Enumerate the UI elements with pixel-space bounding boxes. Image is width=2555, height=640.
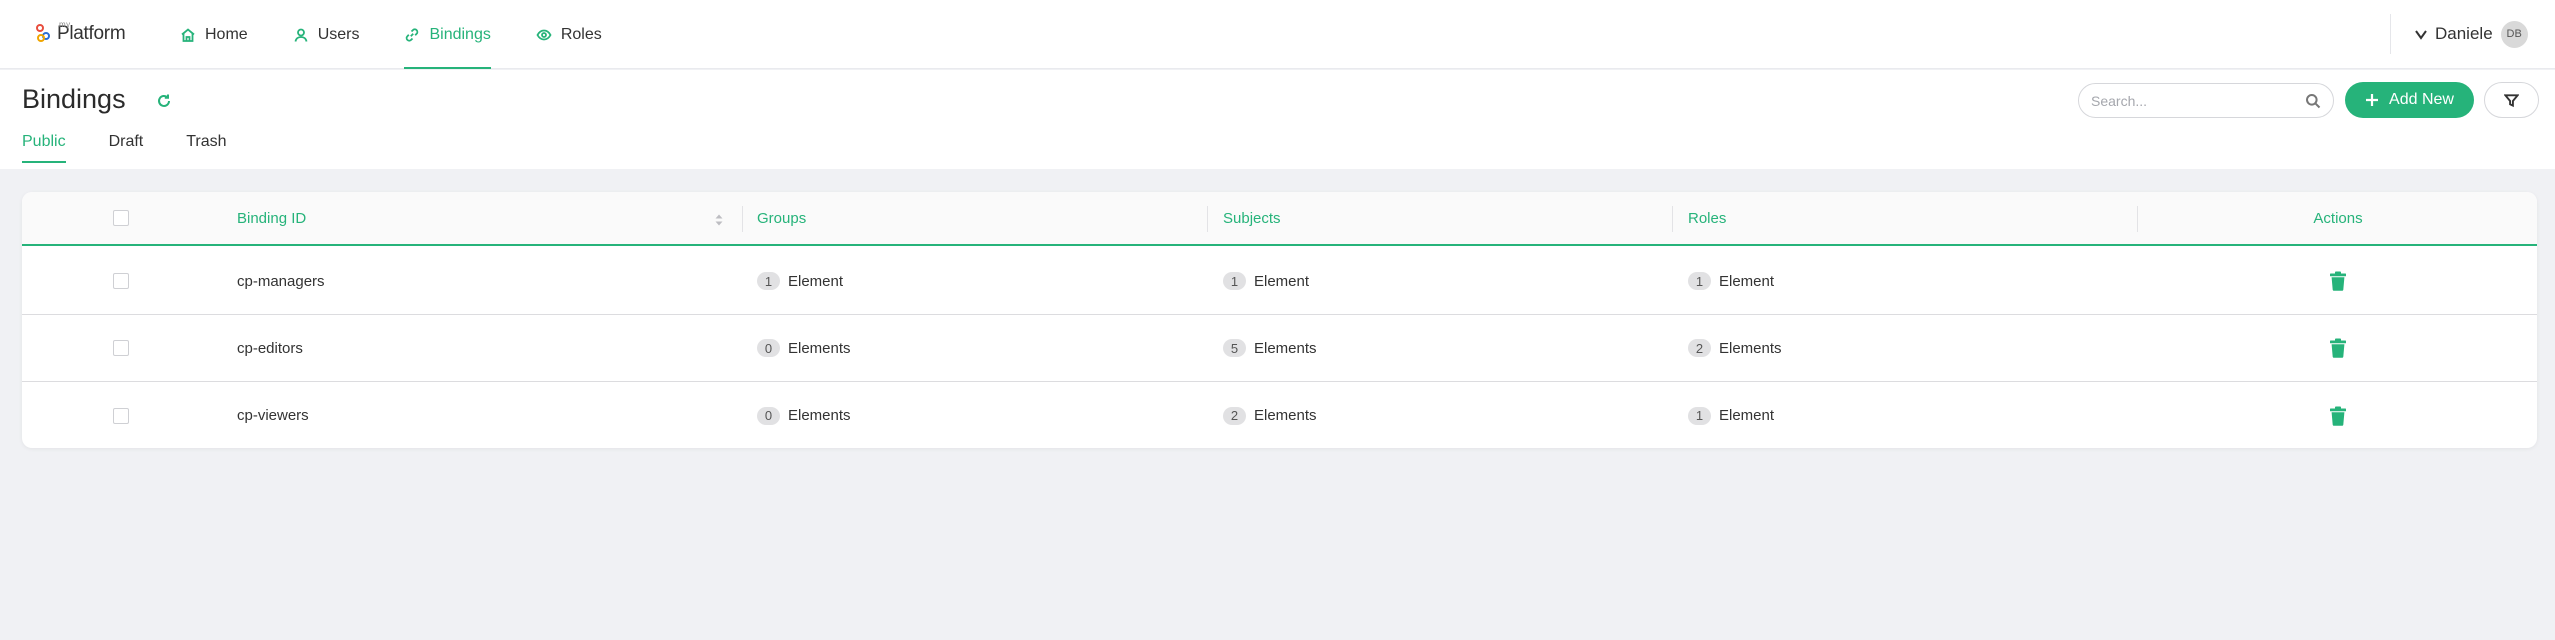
count-label: Elements (788, 407, 851, 424)
logo[interactable]: my Platform (36, 20, 126, 44)
header-actions: Actions (2313, 209, 2363, 227)
logo-small-text: my (59, 20, 71, 29)
trash-icon[interactable] (2329, 406, 2347, 426)
main-nav: Home Users Bindings Roles (180, 0, 647, 69)
nav-item-label: Roles (560, 25, 602, 43)
roles-cell: 1 Element (1688, 248, 1774, 314)
header-subjects: Subjects (1223, 209, 1281, 227)
count-label: Element (1719, 272, 1775, 290)
filter-button[interactable] (2484, 82, 2539, 118)
count-badge: 1 (1688, 272, 1711, 290)
status-tabs: Public Draft Trash (22, 133, 270, 163)
count-label: Elements (1719, 339, 1782, 357)
binding-id-cell[interactable]: cp-viewers (237, 382, 309, 448)
groups-cell: 1 Element (757, 248, 843, 314)
add-new-label: Add New (2389, 91, 2454, 108)
home-icon (181, 27, 195, 42)
header-groups: Groups (757, 209, 807, 227)
count-label: Elements (1254, 407, 1317, 424)
search-icon[interactable] (2305, 93, 2321, 109)
user-name: Daniele (2435, 24, 2493, 43)
sort-icon[interactable] (714, 213, 724, 227)
actions-cell (2138, 315, 2537, 381)
count-badge: 0 (757, 406, 780, 425)
user-menu[interactable]: Daniele DB (2390, 14, 2555, 54)
row-select-cell (113, 382, 129, 448)
count-label: Elements (1254, 339, 1317, 357)
roles-cell: 2 Elements (1688, 315, 1782, 381)
add-new-button[interactable]: Add New (2345, 82, 2474, 118)
row-select-cell (113, 248, 129, 314)
count-badge: 1 (1223, 272, 1246, 290)
row-select-cell (113, 315, 129, 381)
refresh-icon[interactable] (156, 93, 172, 109)
avatar[interactable]: DB (2500, 20, 2528, 48)
nav-item-label: Home (205, 25, 248, 43)
chevron-down-icon (2415, 30, 2427, 40)
nav-item-label: Users (317, 25, 360, 43)
table-row[interactable]: cp-viewers 0 Elements 2 Elements 1 Element (22, 382, 2537, 448)
table-header: Binding ID Groups Subjects Roles Actions (22, 192, 2537, 246)
subjects-cell: 2 Elements (1223, 382, 1317, 448)
count-label: Element (788, 272, 844, 290)
eye-icon (536, 29, 552, 40)
count-badge: 1 (1688, 406, 1711, 425)
tab-draft[interactable]: Draft (109, 133, 144, 163)
header-roles: Roles (1688, 209, 1727, 227)
subjects-cell: 1 Element (1223, 248, 1309, 314)
logo-mark-icon (36, 22, 54, 44)
column-divider (1207, 206, 1208, 232)
logo-text: my Platform (57, 20, 126, 44)
nav-item-roles[interactable]: Roles (536, 0, 602, 69)
count-badge: 5 (1223, 339, 1246, 357)
plus-icon (2366, 94, 2379, 106)
top-navbar: my Platform Home Users Bindings Roles Da… (0, 0, 2555, 69)
column-divider (1672, 206, 1673, 232)
roles-cell: 1 Element (1688, 382, 1774, 448)
actions-cell (2138, 248, 2537, 314)
select-all-checkbox[interactable] (113, 210, 129, 226)
link-icon (406, 27, 419, 42)
count-label: Element (1719, 407, 1775, 424)
count-badge: 2 (1223, 406, 1246, 425)
nav-item-bindings[interactable]: Bindings (404, 0, 492, 69)
row-checkbox[interactable] (113, 407, 129, 424)
column-divider (742, 206, 743, 232)
page-header: Bindings Public Draft Trash Add New (0, 70, 2555, 169)
binding-id-cell[interactable]: cp-managers (237, 248, 325, 314)
nav-item-home[interactable]: Home (180, 0, 248, 69)
table-row[interactable]: cp-managers 1 Element 1 Element 1 Element (22, 248, 2537, 315)
count-label: Elements (788, 339, 851, 357)
groups-cell: 0 Elements (757, 315, 851, 381)
select-all-cell (113, 192, 129, 244)
row-checkbox[interactable] (113, 340, 129, 356)
trash-icon[interactable] (2329, 338, 2347, 358)
row-checkbox[interactable] (113, 273, 129, 289)
nav-item-label: Bindings (429, 25, 491, 43)
search-box (2078, 83, 2334, 118)
count-badge: 2 (1688, 339, 1711, 357)
count-label: Element (1254, 272, 1310, 290)
subjects-cell: 5 Elements (1223, 315, 1317, 381)
count-badge: 1 (757, 272, 780, 290)
table-row[interactable]: cp-editors 0 Elements 5 Elements 2 Elements (22, 315, 2537, 382)
groups-cell: 0 Elements (757, 382, 851, 448)
filter-icon (2504, 93, 2519, 107)
tab-public[interactable]: Public (22, 133, 66, 163)
trash-icon[interactable] (2329, 271, 2347, 291)
nav-item-users[interactable]: Users (293, 0, 360, 69)
bindings-table: Binding ID Groups Subjects Roles Actions… (22, 192, 2537, 448)
binding-id-cell[interactable]: cp-editors (237, 315, 303, 381)
search-input[interactable] (2091, 84, 2291, 117)
header-binding-id[interactable]: Binding ID (237, 192, 306, 244)
user-icon (294, 28, 308, 42)
page-title: Bindings (22, 84, 126, 114)
count-badge: 0 (757, 339, 780, 357)
actions-cell (2138, 382, 2537, 448)
tab-trash[interactable]: Trash (186, 133, 226, 163)
